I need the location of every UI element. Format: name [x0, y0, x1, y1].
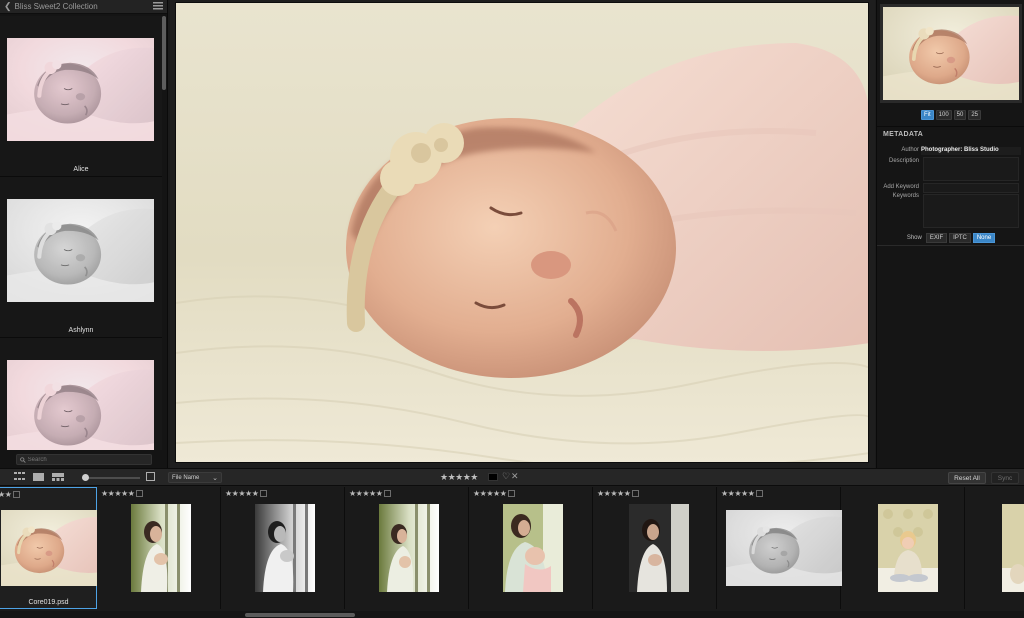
list-menu-icon[interactable]	[153, 1, 163, 12]
sort-dropdown[interactable]: File Name ⌄	[168, 472, 222, 483]
navigator[interactable]	[880, 4, 1022, 103]
item-rating[interactable]: ★★★★★	[597, 489, 640, 498]
image-viewer[interactable]	[170, 0, 875, 468]
filmstrip-item[interactable]: ★★★★★	[719, 487, 842, 609]
preset-scrollbar[interactable]	[162, 16, 166, 450]
filmstrip-thumbnail	[131, 504, 191, 592]
preset-card[interactable]	[0, 338, 162, 450]
file-name: Core019.psd	[28, 599, 69, 606]
show-iptc-button[interactable]: IPTC	[949, 233, 971, 243]
item-rating[interactable]: ★★★★★	[225, 489, 268, 498]
navigator-thumbnail[interactable]	[883, 7, 1019, 100]
filmstrip-item[interactable]: ★★★★★	[595, 487, 717, 609]
preset-card-alice[interactable]: Alice	[0, 16, 162, 177]
author-row: Author Photographer: Bliss Studio	[877, 147, 1024, 155]
filmstrip-thumbnail	[878, 504, 938, 592]
keywords-field[interactable]	[923, 194, 1019, 228]
compare-view-icon[interactable]	[52, 472, 64, 482]
item-checkbox[interactable]	[508, 490, 516, 497]
add-keyword-field[interactable]	[923, 183, 1019, 193]
main-photo[interactable]	[175, 2, 869, 463]
heart-icon[interactable]: ♡	[502, 471, 510, 482]
item-rating[interactable]: ★★★★★	[0, 490, 21, 499]
filmstrip-item[interactable]: ★★★★★	[99, 487, 221, 609]
item-checkbox[interactable]	[632, 490, 640, 497]
zoom-100-button[interactable]: 100	[935, 110, 952, 120]
preset-thumbnail	[7, 199, 154, 302]
description-label: Description	[888, 158, 919, 164]
preset-search[interactable]	[16, 454, 152, 465]
grid-view-icon[interactable]	[14, 472, 25, 482]
metadata-panel: METADATA Author Photographer: Bliss Stud…	[877, 126, 1024, 246]
preset-list[interactable]: Alice Ashlynn	[0, 16, 162, 450]
filmstrip[interactable]: ★★★★★ Core019.psd ★★★★★ ★★★★★ ★★★★★ ★★★★…	[0, 487, 1024, 618]
preset-name: Ashlynn	[68, 327, 94, 334]
filmstrip-item[interactable]: ★★★★★	[223, 487, 345, 609]
filmstrip-thumbnail	[1002, 504, 1024, 592]
filmstrip-item[interactable]	[967, 487, 1024, 609]
metadata-show-row: Show EXIF IPTC None	[877, 233, 1024, 243]
inspector-panel: Fit 100 50 25 METADATA Author Photograph…	[876, 0, 1024, 468]
reset-all-button[interactable]: Reset All	[948, 472, 986, 484]
filmstrip-thumbnail	[503, 504, 563, 592]
description-field[interactable]	[923, 157, 1019, 181]
square-size-icon[interactable]	[146, 472, 157, 482]
item-checkbox[interactable]	[260, 490, 268, 497]
sync-button[interactable]: Sync	[991, 472, 1019, 484]
filmstrip-item[interactable]: ★★★★★	[471, 487, 593, 609]
color-label-swatch[interactable]	[488, 473, 498, 481]
filmstrip-item-selected[interactable]: ★★★★★ Core019.psd	[0, 487, 97, 609]
thumbnail-size-slider[interactable]	[82, 474, 140, 481]
presets-panel: ❮ Bliss Sweet2 Collection Alice Ashlynn	[0, 0, 168, 468]
presets-header: ❮ Bliss Sweet2 Collection	[0, 0, 167, 14]
preset-name: Alice	[73, 166, 89, 173]
scrollbar-thumb[interactable]	[162, 16, 166, 90]
author-label: Author	[901, 147, 919, 153]
filmstrip-item[interactable]	[843, 487, 965, 609]
zoom-fit-button[interactable]: Fit	[920, 110, 934, 120]
item-rating[interactable]: ★★★★★	[473, 489, 516, 498]
single-view-icon[interactable]	[33, 472, 44, 482]
collection-title: Bliss Sweet2 Collection	[14, 2, 98, 11]
show-label: Show	[906, 235, 922, 241]
preset-thumbnail	[7, 38, 154, 141]
author-field[interactable]: Photographer: Bliss Studio	[921, 147, 1021, 155]
filmstrip-thumbnail	[255, 504, 315, 592]
item-rating[interactable]: ★★★★★	[101, 489, 144, 498]
slider-knob[interactable]	[82, 474, 89, 481]
filmstrip-thumbnail	[1, 510, 97, 586]
show-none-button[interactable]: None	[972, 233, 996, 243]
item-rating[interactable]: ★★★★★	[349, 489, 392, 498]
filmstrip-thumbnail	[726, 510, 842, 586]
item-checkbox[interactable]	[13, 491, 21, 498]
star-rating[interactable]: ★★★★★	[440, 472, 478, 483]
search-icon	[20, 456, 26, 463]
chevron-left-icon[interactable]: ❮	[4, 2, 12, 11]
scrollbar-thumb[interactable]	[245, 613, 355, 617]
reject-x-icon[interactable]: ✕	[511, 471, 519, 482]
add-keyword-label: Add Keyword	[883, 184, 919, 190]
item-checkbox[interactable]	[756, 490, 764, 497]
item-checkbox[interactable]	[136, 490, 144, 497]
zoom-50-button[interactable]: 50	[953, 110, 967, 120]
item-rating[interactable]: ★★★★★	[721, 489, 764, 498]
zoom-controls: Fit 100 50 25	[877, 110, 1024, 120]
zoom-25-button[interactable]: 25	[968, 110, 982, 120]
show-exif-button[interactable]: EXIF	[925, 233, 948, 243]
item-checkbox[interactable]	[384, 490, 392, 497]
browser-toolbar: File Name ⌄ ★★★★★ ♡ ✕ Reset All Sync	[0, 468, 1024, 486]
filmstrip-thumbnail	[629, 504, 689, 592]
filmstrip-scrollbar[interactable]	[0, 611, 1024, 618]
filmstrip-thumbnail	[379, 504, 439, 592]
chevron-down-icon: ⌄	[212, 474, 218, 482]
filmstrip-item[interactable]: ★★★★★	[347, 487, 469, 609]
preset-card-ashlynn[interactable]: Ashlynn	[0, 177, 162, 338]
search-input[interactable]	[27, 456, 148, 463]
sort-value: File Name	[172, 474, 200, 481]
preset-thumbnail	[7, 360, 154, 450]
keywords-label: Keywords	[892, 193, 919, 199]
metadata-heading: METADATA	[883, 131, 924, 138]
